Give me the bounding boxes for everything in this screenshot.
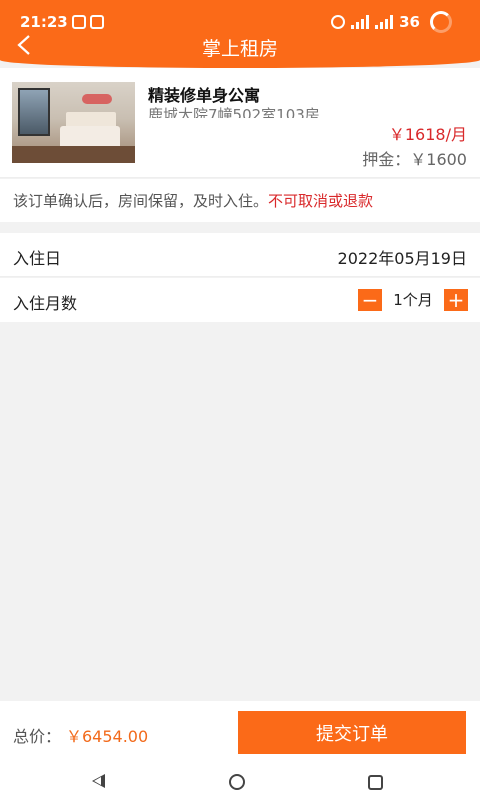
signal-icon: [351, 15, 370, 29]
notice-warning: 不可取消或退款: [268, 192, 374, 210]
months-row: 入住月数 − 1个月 +: [0, 278, 480, 322]
nav-recent-apps-icon[interactable]: [368, 775, 383, 790]
nav-home-icon[interactable]: [229, 774, 245, 790]
notification-icon: [72, 15, 86, 29]
listing-deposit: 押金：￥1600: [362, 150, 467, 169]
checkin-date-row[interactable]: 入住日 2022年05月19日: [0, 233, 480, 277]
notice-text: 该订单确认后，房间保留，及时入住。: [13, 192, 269, 210]
order-footer: 总价： ￥6454.00 提交订单: [0, 701, 480, 764]
status-time: 21:23: [20, 13, 68, 31]
alarm-icon: [331, 15, 346, 29]
app-header: 21:23 36 掌上租房: [0, 0, 480, 68]
submit-order-button[interactable]: 提交订单: [238, 711, 466, 754]
listing-name: 精装修单身公寓: [148, 86, 261, 105]
notification-icon-2: [90, 15, 104, 29]
months-label: 入住月数: [13, 294, 78, 313]
page-title: 掌上租房: [201, 38, 278, 60]
system-nav-bar: [0, 764, 480, 800]
status-bar: 21:23 36: [0, 0, 480, 33]
order-notice: 该订单确认后，房间保留，及时入住。不可取消或退款: [0, 179, 480, 222]
checkin-value: 2022年05月19日: [337, 249, 467, 268]
listing-photo: [12, 82, 135, 163]
listing-price: ￥1618/月: [388, 125, 467, 144]
total-value: ￥6454.00: [66, 727, 149, 746]
months-stepper: − 1个月 +: [358, 289, 468, 311]
battery-level: 36: [399, 13, 420, 31]
increase-button[interactable]: +: [444, 289, 468, 311]
decrease-button[interactable]: −: [358, 289, 382, 311]
nav-back-icon[interactable]: [92, 774, 105, 788]
months-value: 1个月: [382, 289, 444, 311]
battery-icon: [430, 11, 452, 33]
checkin-label: 入住日: [13, 249, 62, 268]
total-label: 总价：: [13, 727, 62, 746]
listing-address: 鹿城大院7幢502室103房: [148, 106, 320, 118]
signal-icon-2: [375, 15, 394, 29]
